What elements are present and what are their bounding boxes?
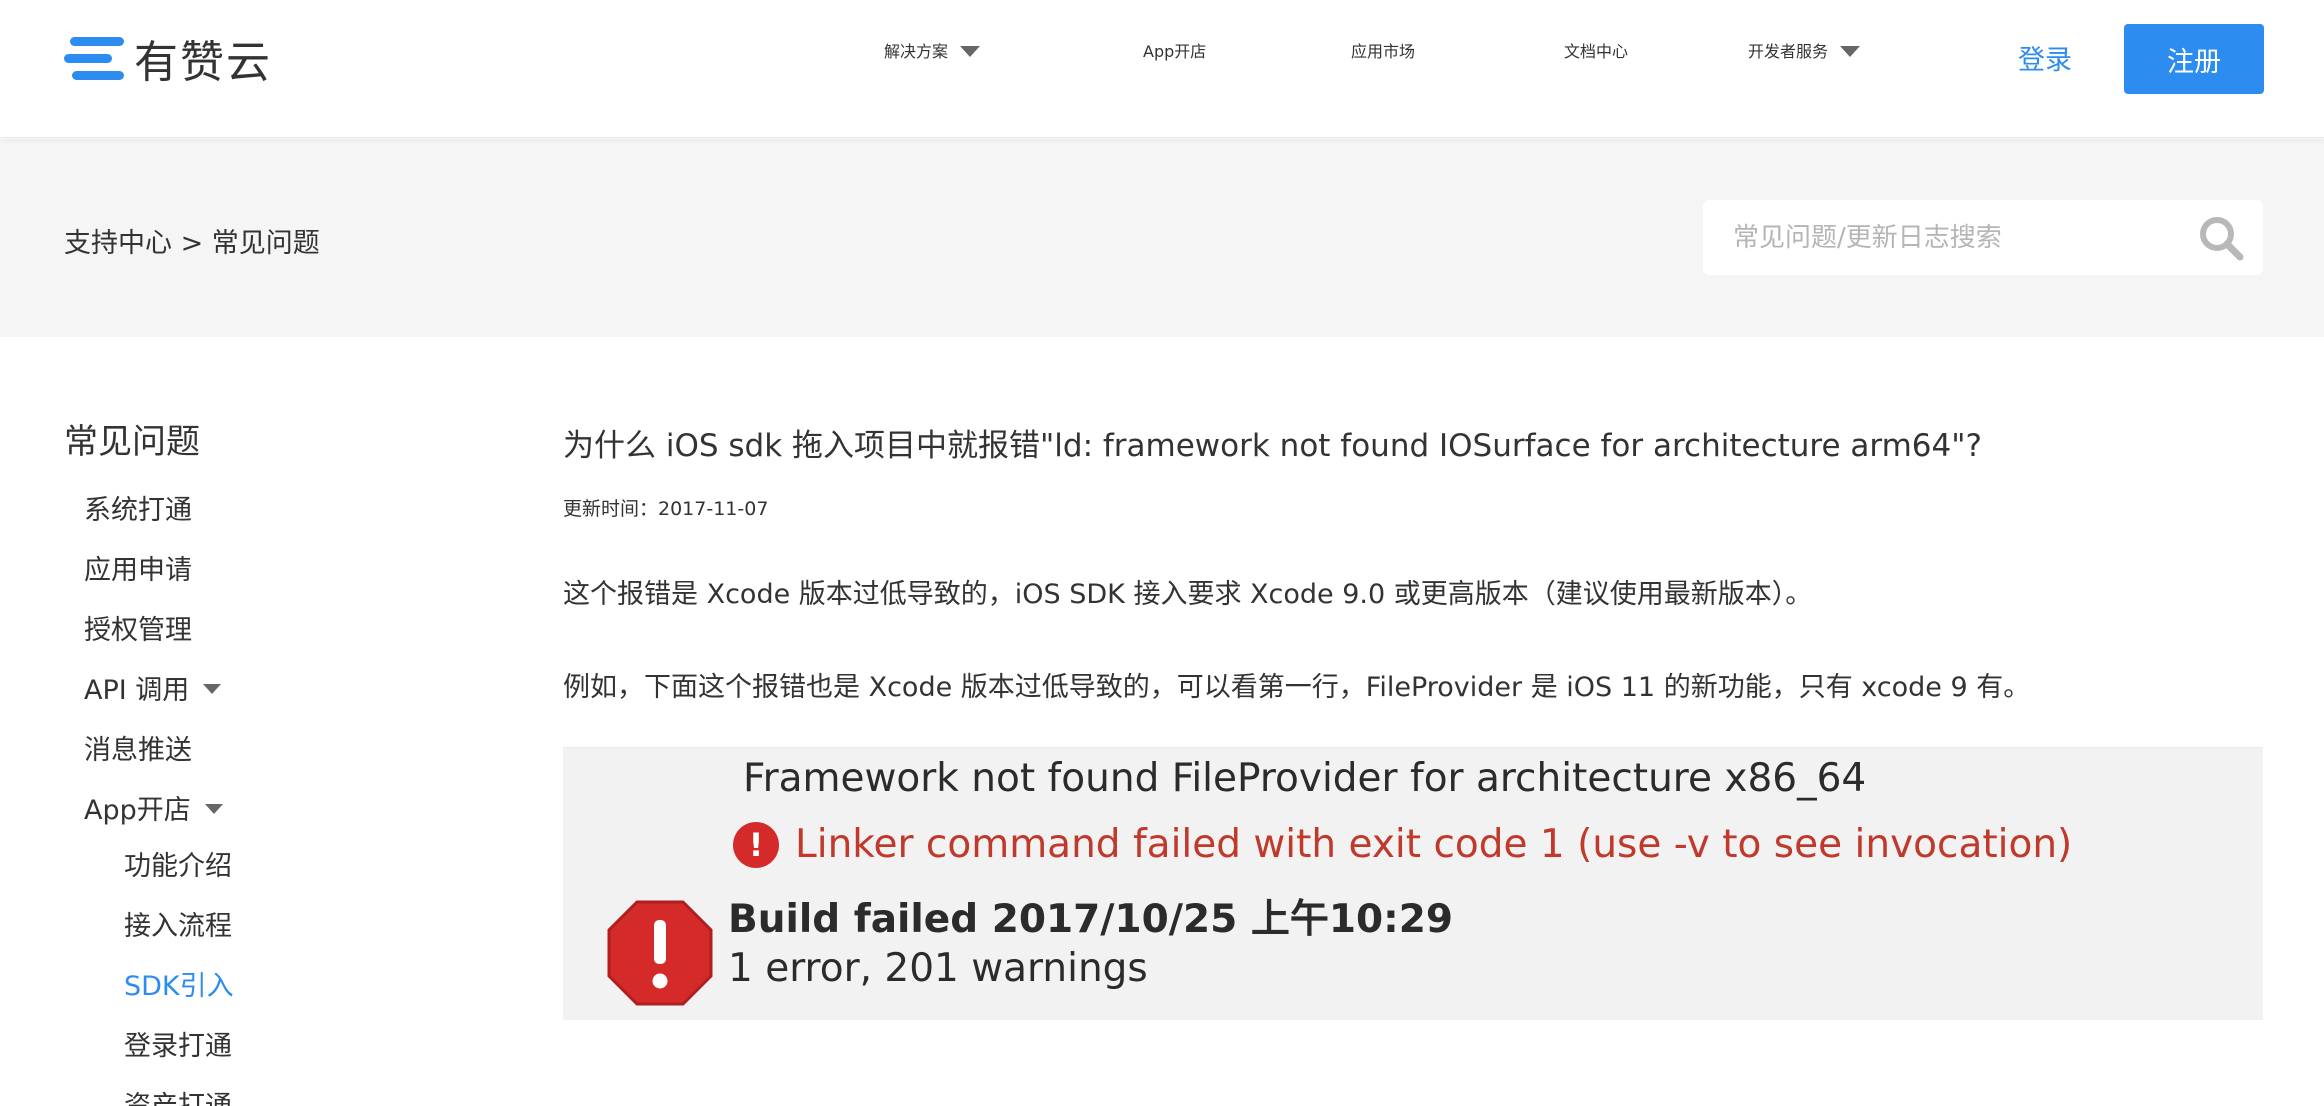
- chevron-down-icon: [960, 46, 981, 57]
- nav-app-store[interactable]: App开店: [1143, 38, 1206, 62]
- breadcrumb[interactable]: 支持中心 > 常见问题: [64, 221, 320, 260]
- nav-solutions-label: 解决方案: [884, 42, 949, 61]
- login-link[interactable]: 登录: [2018, 38, 2072, 77]
- sidebar-item-label: 登录打通: [124, 1031, 232, 1062]
- error-icon: !: [733, 822, 779, 868]
- logo-mark-icon: [64, 35, 124, 81]
- screenshot-line-summary: 1 error, 201 warnings: [728, 946, 1148, 991]
- updated-time: 更新时间：2017-11-07: [563, 498, 769, 520]
- breadcrumb-band: 支持中心 > 常见问题: [0, 139, 2324, 337]
- nav-app-market-label: 应用市场: [1351, 42, 1416, 61]
- screenshot-line-framework: Framework not found FileProvider for arc…: [743, 756, 1867, 801]
- search-box: [1703, 200, 2263, 275]
- sidebar-item-label: App开店: [84, 795, 191, 826]
- sidebar-item-app-store[interactable]: App开店: [84, 788, 223, 827]
- stop-sign-icon: [607, 900, 713, 1006]
- nav-docs-label: 文档中心: [1564, 42, 1629, 61]
- sidebar-item-auth-management[interactable]: 授权管理: [84, 608, 192, 647]
- sidebar-item-label: SDK引入: [124, 971, 234, 1002]
- sidebar-item-label: 系统打通: [84, 495, 192, 526]
- search-icon[interactable]: [2197, 214, 2245, 262]
- screenshot-line-build-failed: Build failed 2017/10/25 上午10:29: [728, 897, 1453, 942]
- sidebar-item-label: 资产打通: [124, 1084, 232, 1106]
- sidebar-item-message-push[interactable]: 消息推送: [84, 728, 192, 767]
- article-paragraph: 例如，下面这个报错也是 Xcode 版本过低导致的，可以看第一行，FilePro…: [563, 672, 2031, 703]
- sidebar-item-features[interactable]: 功能介绍: [124, 844, 232, 883]
- sidebar-item-api-call[interactable]: API 调用: [84, 668, 222, 707]
- sidebar-item-integration-flow[interactable]: 接入流程: [124, 904, 232, 943]
- nav-solutions[interactable]: 解决方案: [884, 38, 981, 62]
- nav-app-store-label: App开店: [1143, 42, 1207, 61]
- top-header: 有赞云 解决方案 App开店 应用市场 文档中心 开发者服务 登录 注册: [0, 0, 2324, 138]
- sidebar-item-label: API 调用: [84, 675, 190, 706]
- sidebar-item-label: 应用申请: [84, 555, 192, 586]
- search-input[interactable]: [1703, 200, 2183, 275]
- sidebar-title: 常见问题: [64, 422, 200, 462]
- sidebar-item-sdk-import[interactable]: SDK引入: [124, 964, 234, 1003]
- sidebar-item-label: 授权管理: [84, 615, 192, 646]
- register-button[interactable]: 注册: [2124, 24, 2264, 94]
- error-screenshot: Framework not found FileProvider for arc…: [563, 747, 2263, 1020]
- nav-docs[interactable]: 文档中心: [1564, 38, 1628, 62]
- nav-app-market[interactable]: 应用市场: [1351, 38, 1415, 62]
- article-paragraph: 这个报错是 Xcode 版本过低导致的，iOS SDK 接入要求 Xcode 9…: [563, 579, 1813, 610]
- chevron-down-icon: [1840, 46, 1861, 57]
- chevron-down-icon: [203, 684, 222, 694]
- sidebar-item-app-application[interactable]: 应用申请: [84, 548, 192, 587]
- logo-text: 有赞云: [134, 37, 272, 88]
- nav-developer-services-label: 开发者服务: [1748, 42, 1829, 61]
- logo[interactable]: 有赞云: [64, 30, 272, 88]
- sidebar-item-label: 接入流程: [124, 911, 232, 942]
- article-title: 为什么 iOS sdk 拖入项目中就报错"ld: framework not f…: [563, 428, 1982, 464]
- screenshot-line-linker: Linker command failed with exit code 1 (…: [795, 822, 2073, 867]
- chevron-down-icon: [204, 804, 223, 814]
- nav-developer-services[interactable]: 开发者服务: [1748, 38, 1861, 62]
- sidebar-item-login-integration[interactable]: 登录打通: [124, 1024, 232, 1063]
- sidebar-item-system-integration[interactable]: 系统打通: [84, 488, 192, 527]
- sidebar-item-label: 功能介绍: [124, 851, 232, 882]
- sidebar-item-label: 消息推送: [84, 735, 192, 766]
- sidebar-item-asset-integration[interactable]: 资产打通: [124, 1084, 232, 1106]
